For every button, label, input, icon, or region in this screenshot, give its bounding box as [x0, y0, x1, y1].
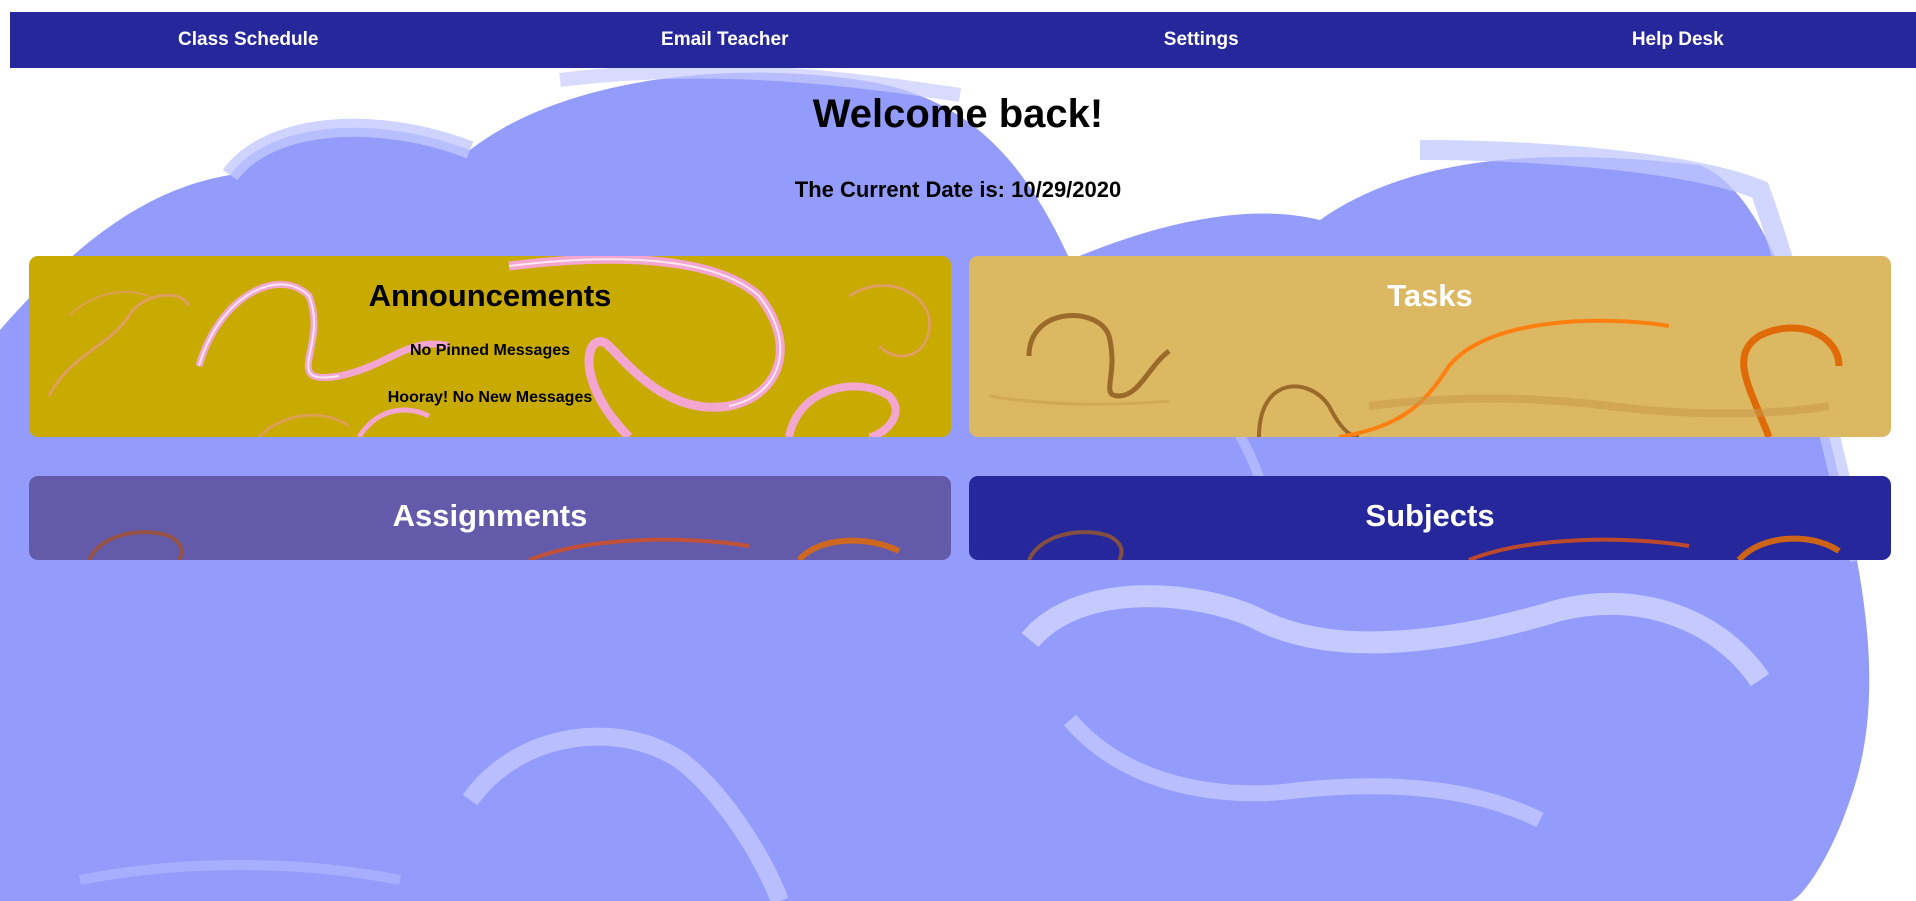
tasks-card[interactable]: Tasks: [969, 256, 1891, 437]
pinned-messages-status: No Pinned Messages: [409, 342, 571, 359]
assignments-card[interactable]: Assignments: [29, 476, 951, 560]
current-date: The Current Date is: 10/29/2020: [794, 177, 1122, 202]
new-messages-status: Hooray! No New Messages: [387, 389, 593, 406]
subjects-card[interactable]: Subjects: [969, 476, 1891, 560]
assignments-title: Assignments: [392, 498, 588, 533]
nav-email-teacher[interactable]: Email Teacher: [487, 12, 964, 68]
announcements-card[interactable]: Announcements No Pinned Messages Hooray!…: [29, 256, 951, 437]
page: Class Schedule Email Teacher Settings He…: [0, 0, 1916, 901]
nav-settings[interactable]: Settings: [963, 12, 1440, 68]
nav-class-schedule[interactable]: Class Schedule: [10, 12, 487, 68]
top-nav: Class Schedule Email Teacher Settings He…: [10, 12, 1916, 68]
announcements-title: Announcements: [368, 278, 612, 313]
subjects-title: Subjects: [1365, 498, 1495, 533]
welcome-heading: Welcome back!: [812, 92, 1104, 136]
nav-help-desk[interactable]: Help Desk: [1440, 12, 1916, 68]
tasks-title: Tasks: [1387, 278, 1473, 313]
